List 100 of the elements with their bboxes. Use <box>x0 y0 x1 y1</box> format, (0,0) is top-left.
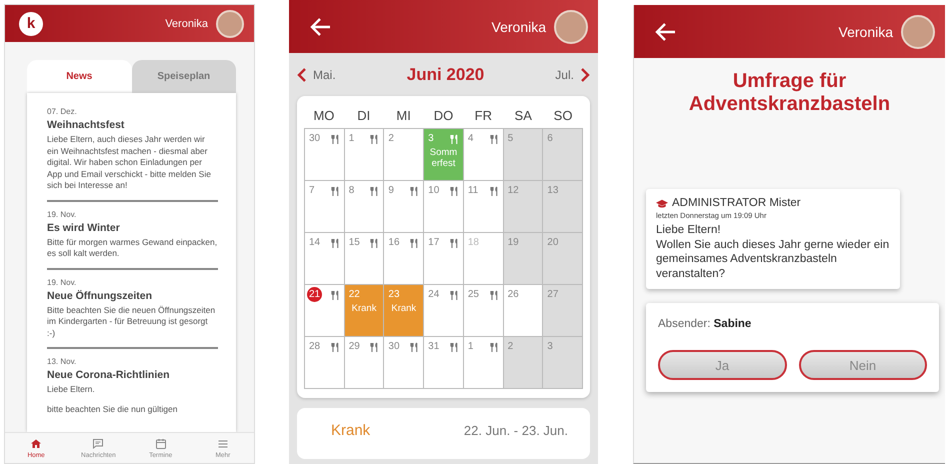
day-number: 22 <box>348 288 360 301</box>
day-number: 2 <box>388 132 394 145</box>
news-date: 13. Nov. <box>47 357 78 366</box>
day-number: 10 <box>428 184 440 197</box>
day-cell[interactable]: 20 <box>543 233 583 285</box>
news-title: Weihnachtsfest <box>47 119 126 131</box>
avatar[interactable] <box>554 10 588 44</box>
day-number: 18 <box>468 236 479 249</box>
day-cell[interactable]: 22 Krank <box>344 285 384 337</box>
day-cell[interactable]: 19 <box>504 233 544 285</box>
day-cell[interactable]: 3 Sommerfest <box>424 129 464 181</box>
news-text: Liebe Eltern, auch dieses Jahr werden wir ein Weihnachtsfest machen - diesmal aber digital. Wir haben schon Einladungen per App und Email verschickt - bitte melden Sie sich bei Interesse an! <box>47 134 212 192</box>
user-name: Veronika <box>165 18 208 30</box>
tab[interactable]: Speiseplan <box>132 60 236 93</box>
news-title: Es wird Winter <box>47 222 121 234</box>
day-cell[interactable]: 5 <box>504 129 544 181</box>
day-cell[interactable]: 27 <box>543 285 583 337</box>
event-title: Krank <box>331 422 370 439</box>
news-text: Bitte beachten Sie die neuen Öffnungszeiten im Kindergarten - für Betreuung ist gesorgt :-) <box>47 304 216 339</box>
graduation-cap-icon <box>656 198 668 208</box>
day-number: 15 <box>348 236 360 249</box>
day-cell[interactable]: 11 <box>464 181 504 233</box>
previous-month-link[interactable]: Mai. <box>297 67 336 83</box>
day-cell[interactable]: 2 <box>384 129 424 181</box>
day-number: 27 <box>547 288 558 301</box>
news-title: Neue Corona-Richtlinien <box>47 369 171 381</box>
day-cell[interactable]: 4 <box>464 129 504 181</box>
day-number: 23 <box>388 288 400 301</box>
tab[interactable]: News <box>27 60 132 93</box>
calendar-icon <box>154 438 167 450</box>
day-number: 3 <box>428 132 434 145</box>
answer-button[interactable]: Nein <box>798 350 927 380</box>
news-text: Liebe Eltern. <box>47 384 96 396</box>
house-icon <box>30 438 42 450</box>
weekday-label: FR <box>474 108 494 122</box>
day-number: 21 <box>307 287 322 302</box>
day-cell[interactable]: 6 <box>543 129 583 181</box>
day-number: 5 <box>508 132 514 145</box>
day-cell[interactable]: 29 <box>344 337 384 389</box>
day-number: 1 <box>348 132 354 145</box>
logo: k <box>19 12 43 36</box>
event-label: Krank <box>390 303 418 314</box>
day-cell[interactable]: 13 <box>543 181 583 233</box>
day-number: 19 <box>508 236 519 249</box>
day-number: 4 <box>468 132 474 145</box>
day-number: 16 <box>388 236 400 249</box>
day-cell[interactable]: 14 <box>305 233 345 285</box>
day-number: 29 <box>348 340 360 353</box>
day-cell[interactable]: 7 <box>305 181 345 233</box>
day-number: 20 <box>547 236 558 249</box>
news-text: Bitte für morgen warmes Gewand einpacken, es soll kalt werden. <box>47 236 218 260</box>
day-cell[interactable]: 1 <box>344 129 384 181</box>
poll-title: Umfrage für Adventskranzbasteln <box>688 70 892 116</box>
day-cell[interactable]: 30 <box>305 129 345 181</box>
day-cell[interactable]: 9 <box>384 181 424 233</box>
event-label: Sommerfest <box>428 147 458 169</box>
avatar[interactable] <box>901 14 935 48</box>
day-cell[interactable]: 12 <box>504 181 544 233</box>
event-dates: 22. Jun. - 23. Jun. <box>464 423 568 438</box>
weekday-label: SO <box>552 108 574 122</box>
avatar[interactable] <box>216 10 244 38</box>
day-cell[interactable]: 17 <box>424 233 464 285</box>
next-month-link[interactable]: Jul. <box>555 67 590 83</box>
day-number: 3 <box>547 340 553 353</box>
day-cell[interactable]: 25 <box>464 285 504 337</box>
news-title: Neue Öffnungszeiten <box>47 290 154 302</box>
day-number: 24 <box>428 288 440 301</box>
day-number: 26 <box>508 288 519 301</box>
day-cell[interactable]: 23 Krank <box>384 285 424 337</box>
news-date: 07. Dez. <box>47 107 78 116</box>
day-cell[interactable]: 21 <box>305 285 345 337</box>
sender-line: Absender: Sabine <box>658 318 752 330</box>
day-cell[interactable]: 18 <box>464 233 504 285</box>
answer-button[interactable]: Ja <box>658 350 786 380</box>
day-cell[interactable]: 16 <box>384 233 424 285</box>
day-cell[interactable]: 15 <box>344 233 384 285</box>
day-number: 25 <box>468 288 479 301</box>
day-cell[interactable]: 10 <box>424 181 464 233</box>
event-label: Krank <box>350 303 378 314</box>
day-number: 30 <box>309 132 320 145</box>
chevron-left-icon <box>297 67 307 83</box>
day-number: 13 <box>547 184 558 197</box>
day-cell[interactable]: 26 <box>504 285 544 337</box>
user-name: Veronika <box>838 24 893 40</box>
weekday-label: DI <box>356 108 372 122</box>
day-cell[interactable]: 1 <box>464 337 504 389</box>
day-number: 11 <box>468 184 478 197</box>
news-text: bitte beachten Sie die nun gültigen <box>47 404 178 415</box>
weekday-label: SA <box>514 108 533 122</box>
day-number: 30 <box>388 340 400 353</box>
day-cell[interactable]: 8 <box>344 181 384 233</box>
day-cell[interactable]: 3 <box>543 337 583 389</box>
day-cell[interactable]: 2 <box>504 337 544 389</box>
day-cell[interactable]: 24 <box>424 285 464 337</box>
day-cell[interactable]: 28 <box>305 337 345 389</box>
day-cell[interactable]: 30 <box>384 337 424 389</box>
weekday-label: DO <box>432 108 454 122</box>
day-number: 28 <box>309 340 320 353</box>
day-number: 14 <box>309 236 320 249</box>
day-cell[interactable]: 31 <box>424 337 464 389</box>
